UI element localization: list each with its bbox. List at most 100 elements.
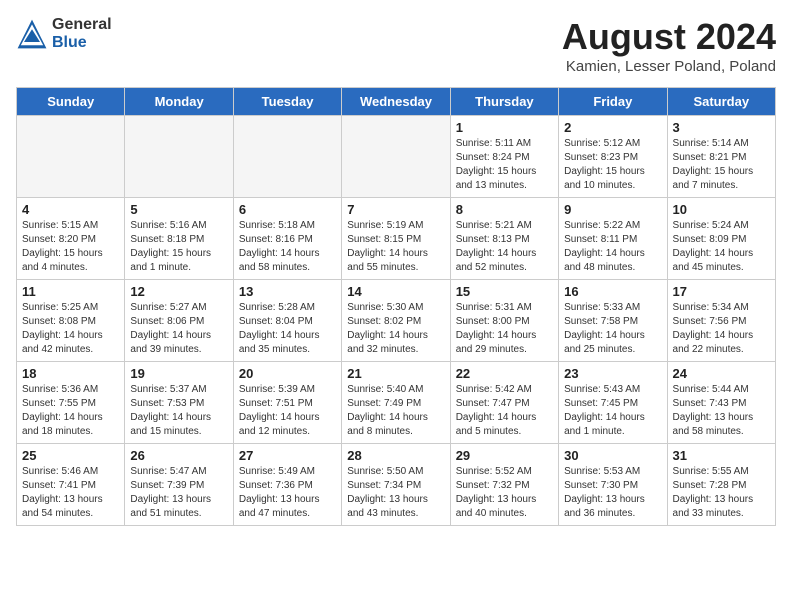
day-info: Sunrise: 5:42 AM Sunset: 7:47 PM Dayligh… [456,383,553,439]
day-cell: 16 Sunrise: 5:33 AM Sunset: 7:58 PM Dayli… [559,280,667,362]
day-cell [17,116,125,198]
day-info: Sunrise: 5:36 AM Sunset: 7:55 PM Dayligh… [22,383,119,439]
calendar-table: SundayMondayTuesdayWednesdayThursdayFrid… [16,87,776,526]
day-info: Sunrise: 5:18 AM Sunset: 8:16 PM Dayligh… [239,219,336,275]
day-info: Sunrise: 5:39 AM Sunset: 7:51 PM Dayligh… [239,383,336,439]
day-info: Sunrise: 5:47 AM Sunset: 7:39 PM Dayligh… [130,465,227,521]
day-header-sunday: Sunday [17,88,125,116]
day-number: 2 [564,120,661,135]
day-number: 29 [456,448,553,463]
day-number: 12 [130,284,227,299]
day-cell [125,116,233,198]
day-cell: 13 Sunrise: 5:28 AM Sunset: 8:04 PM Dayli… [233,280,341,362]
day-info: Sunrise: 5:43 AM Sunset: 7:45 PM Dayligh… [564,383,661,439]
day-number: 16 [564,284,661,299]
day-cell: 6 Sunrise: 5:18 AM Sunset: 8:16 PM Daylig… [233,198,341,280]
day-info: Sunrise: 5:30 AM Sunset: 8:02 PM Dayligh… [347,301,444,357]
logo-text: General Blue [52,16,112,51]
day-number: 27 [239,448,336,463]
day-header-row: SundayMondayTuesdayWednesdayThursdayFrid… [17,88,776,116]
day-number: 8 [456,202,553,217]
day-cell: 18 Sunrise: 5:36 AM Sunset: 7:55 PM Dayli… [17,362,125,444]
day-header-saturday: Saturday [667,88,775,116]
day-number: 17 [673,284,770,299]
day-number: 24 [673,366,770,381]
day-cell: 22Sunrise: 5:42 AM Sunset: 7:47 PM Dayli… [450,362,558,444]
day-cell: 26Sunrise: 5:47 AM Sunset: 7:39 PM Dayli… [125,444,233,526]
day-info: Sunrise: 5:40 AM Sunset: 7:49 PM Dayligh… [347,383,444,439]
day-cell: 24Sunrise: 5:44 AM Sunset: 7:43 PM Dayli… [667,362,775,444]
day-info: Sunrise: 5:55 AM Sunset: 7:28 PM Dayligh… [673,465,770,521]
day-cell [342,116,450,198]
day-info: Sunrise: 5:19 AM Sunset: 8:15 PM Dayligh… [347,219,444,275]
logo-blue-text: Blue [52,34,112,52]
month-title: August 2024 [562,16,776,58]
day-info: Sunrise: 5:16 AM Sunset: 8:18 PM Dayligh… [130,219,227,275]
day-cell: 31 Sunrise: 5:55 AM Sunset: 7:28 PM Dayli… [667,444,775,526]
day-cell: 1 Sunrise: 5:11 AM Sunset: 8:24 PM Daylig… [450,116,558,198]
logo-icon [16,18,48,50]
day-info: Sunrise: 5:31 AM Sunset: 8:00 PM Dayligh… [456,301,553,357]
week-row-3: 11Sunrise: 5:25 AM Sunset: 8:08 PM Dayli… [17,280,776,362]
page-header: General Blue August 2024 Kamien, Lesser … [16,16,776,75]
day-cell: 25Sunrise: 5:46 AM Sunset: 7:41 PM Dayli… [17,444,125,526]
day-number: 23 [564,366,661,381]
day-header-monday: Monday [125,88,233,116]
day-info: Sunrise: 5:50 AM Sunset: 7:34 PM Dayligh… [347,465,444,521]
day-number: 13 [239,284,336,299]
day-cell: 28 Sunrise: 5:50 AM Sunset: 7:34 PM Dayli… [342,444,450,526]
day-header-thursday: Thursday [450,88,558,116]
week-row-1: 1 Sunrise: 5:11 AM Sunset: 8:24 PM Daylig… [17,116,776,198]
day-cell: 7 Sunrise: 5:19 AM Sunset: 8:15 PM Daylig… [342,198,450,280]
day-cell: 14 Sunrise: 5:30 AM Sunset: 8:02 PM Dayli… [342,280,450,362]
day-cell: 8 Sunrise: 5:21 AM Sunset: 8:13 PM Daylig… [450,198,558,280]
day-info: Sunrise: 5:52 AM Sunset: 7:32 PM Dayligh… [456,465,553,521]
week-row-5: 25Sunrise: 5:46 AM Sunset: 7:41 PM Dayli… [17,444,776,526]
day-cell: 5 Sunrise: 5:16 AM Sunset: 8:18 PM Daylig… [125,198,233,280]
day-number: 11 [22,284,119,299]
day-info: Sunrise: 5:33 AM Sunset: 7:58 PM Dayligh… [564,301,661,357]
logo-general-text: General [52,16,112,34]
day-info: Sunrise: 5:28 AM Sunset: 8:04 PM Dayligh… [239,301,336,357]
day-info: Sunrise: 5:37 AM Sunset: 7:53 PM Dayligh… [130,383,227,439]
day-cell: 19 Sunrise: 5:37 AM Sunset: 7:53 PM Dayli… [125,362,233,444]
day-cell: 23 Sunrise: 5:43 AM Sunset: 7:45 PM Dayli… [559,362,667,444]
day-cell: 4Sunrise: 5:15 AM Sunset: 8:20 PM Daylig… [17,198,125,280]
day-cell: 9 Sunrise: 5:22 AM Sunset: 8:11 PM Daylig… [559,198,667,280]
day-number: 14 [347,284,444,299]
week-row-2: 4Sunrise: 5:15 AM Sunset: 8:20 PM Daylig… [17,198,776,280]
week-row-4: 18 Sunrise: 5:36 AM Sunset: 7:55 PM Dayli… [17,362,776,444]
day-info: Sunrise: 5:11 AM Sunset: 8:24 PM Dayligh… [456,137,553,193]
day-number: 25 [22,448,119,463]
day-number: 15 [456,284,553,299]
day-cell: 29 Sunrise: 5:52 AM Sunset: 7:32 PM Dayli… [450,444,558,526]
day-info: Sunrise: 5:22 AM Sunset: 8:11 PM Dayligh… [564,219,661,275]
day-cell: 30Sunrise: 5:53 AM Sunset: 7:30 PM Dayli… [559,444,667,526]
day-number: 9 [564,202,661,217]
day-cell: 2 Sunrise: 5:12 AM Sunset: 8:23 PM Daylig… [559,116,667,198]
day-cell: 11Sunrise: 5:25 AM Sunset: 8:08 PM Dayli… [17,280,125,362]
day-info: Sunrise: 5:21 AM Sunset: 8:13 PM Dayligh… [456,219,553,275]
day-number: 7 [347,202,444,217]
day-cell: 27 Sunrise: 5:49 AM Sunset: 7:36 PM Dayli… [233,444,341,526]
day-number: 1 [456,120,553,135]
day-number: 21 [347,366,444,381]
day-number: 30 [564,448,661,463]
day-number: 5 [130,202,227,217]
day-cell: 20Sunrise: 5:39 AM Sunset: 7:51 PM Dayli… [233,362,341,444]
day-cell: 17Sunrise: 5:34 AM Sunset: 7:56 PM Dayli… [667,280,775,362]
logo: General Blue [16,16,112,51]
day-number: 18 [22,366,119,381]
day-info: Sunrise: 5:27 AM Sunset: 8:06 PM Dayligh… [130,301,227,357]
day-cell: 3Sunrise: 5:14 AM Sunset: 8:21 PM Daylig… [667,116,775,198]
day-number: 28 [347,448,444,463]
day-number: 4 [22,202,119,217]
day-number: 6 [239,202,336,217]
day-number: 31 [673,448,770,463]
day-cell: 12 Sunrise: 5:27 AM Sunset: 8:06 PM Dayli… [125,280,233,362]
day-info: Sunrise: 5:12 AM Sunset: 8:23 PM Dayligh… [564,137,661,193]
day-number: 3 [673,120,770,135]
day-number: 19 [130,366,227,381]
day-info: Sunrise: 5:49 AM Sunset: 7:36 PM Dayligh… [239,465,336,521]
day-header-tuesday: Tuesday [233,88,341,116]
